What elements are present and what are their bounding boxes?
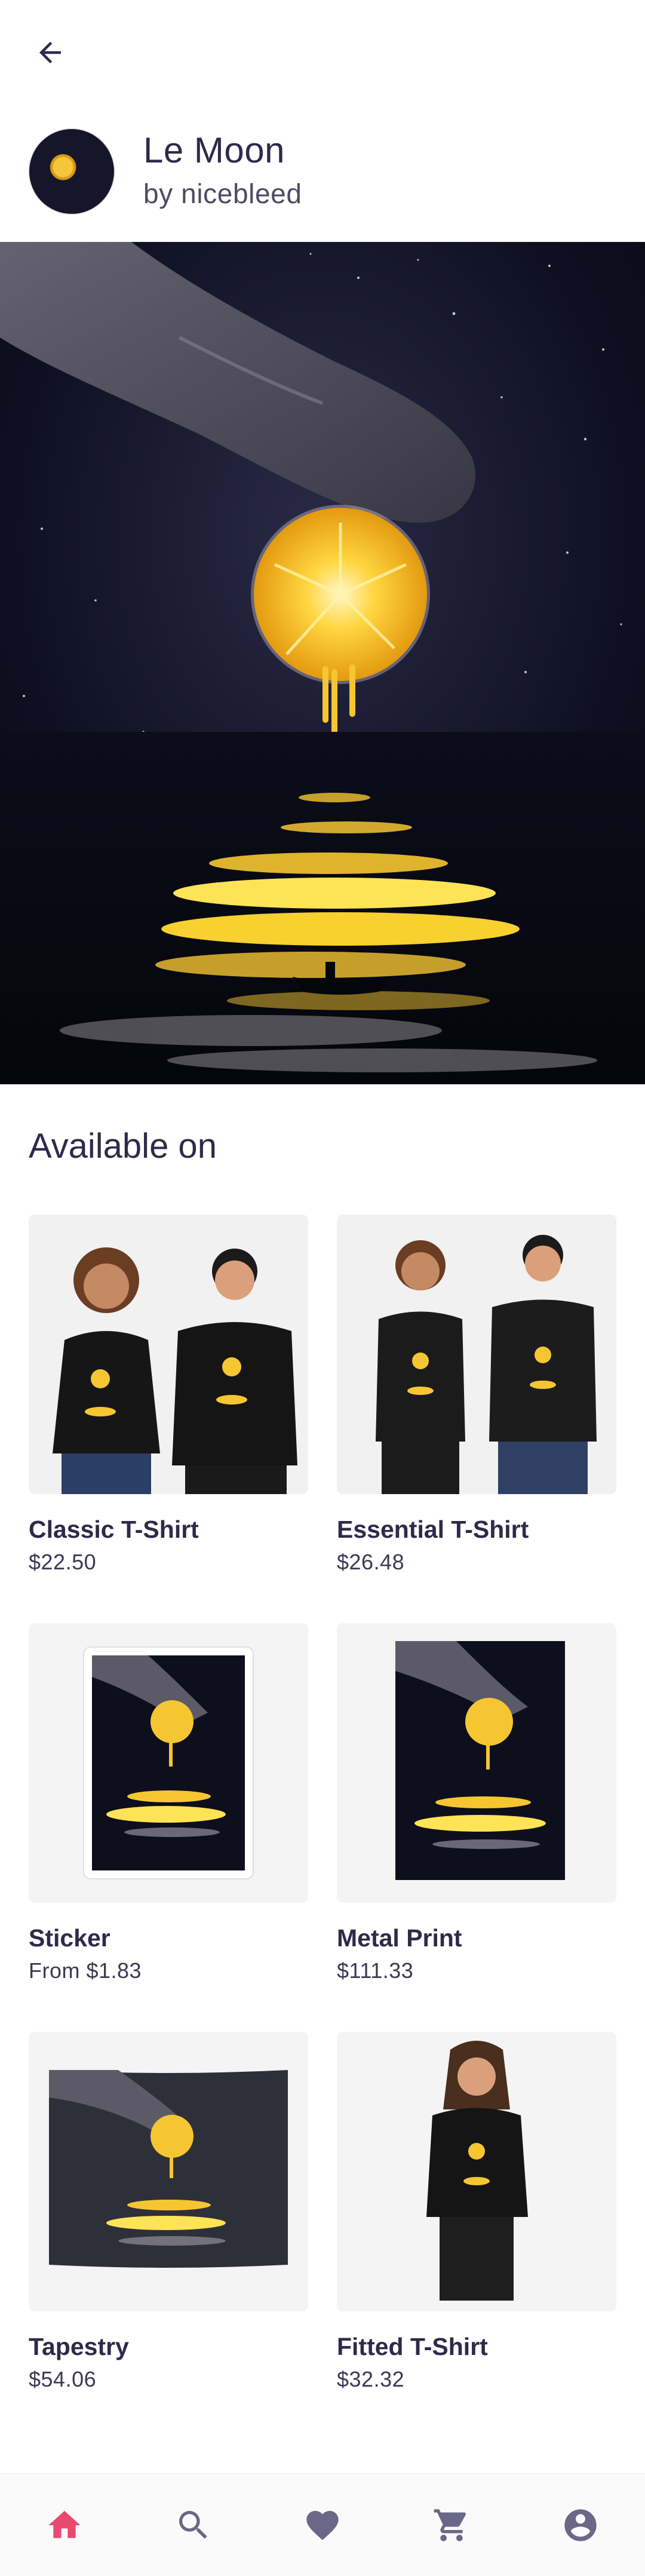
product-image [29,1215,308,1494]
product-card-essential-tshirt[interactable]: Essential T-Shirt $26.48 [337,1215,616,1575]
home-icon [48,2510,81,2538]
back-button[interactable] [26,29,74,76]
bottom-navigation [0,2473,645,2576]
product-image [29,2032,308,2311]
artwork-image[interactable] [0,242,645,1084]
nav-home[interactable] [35,2495,94,2555]
nav-favorites[interactable] [293,2495,352,2555]
product-price: $22.50 [29,1550,97,1574]
cart-icon [434,2508,466,2541]
product-card-fitted-tshirt[interactable]: Fitted T-Shirt $32.32 [337,2032,616,2392]
product-card-sticker[interactable]: Sticker From $1.83 [29,1623,308,1983]
product-price: $111.33 [337,1958,414,1983]
product-price: From $1.83 [29,1958,142,1983]
product-image [337,2032,616,2311]
product-price: $32.32 [337,2367,405,2391]
product-card-metal-print[interactable]: Metal Print $111.33 [337,1623,616,1983]
search-icon [179,2510,207,2539]
product-name: Tapestry [29,2333,129,2360]
artwork-header: Le Moon by nicebleed [29,128,620,215]
product-name: Classic T-Shirt [29,1516,199,1543]
product-price: $26.48 [337,1550,405,1574]
account-icon [564,2508,597,2541]
product-card-classic-tshirt[interactable]: Classic T-Shirt $22.50 [29,1215,308,1575]
artist-avatar[interactable] [29,128,115,214]
top-bar [0,0,645,102]
product-name: Fitted T-Shirt [337,2333,488,2360]
nav-account[interactable] [551,2495,610,2555]
product-price: $54.06 [29,2367,97,2391]
product-name: Metal Print [337,1924,462,1952]
product-card-tapestry[interactable]: Tapestry $54.06 [29,2032,308,2392]
artist-name[interactable]: by nicebleed [143,177,302,210]
heart-icon [306,2510,339,2540]
available-on-title: Available on [29,1127,217,1166]
product-name: Essential T-Shirt [337,1516,529,1543]
product-image [29,1623,308,1903]
back-arrow-icon [39,42,61,63]
product-name: Sticker [29,1924,110,1952]
product-image [337,1623,616,1903]
artwork-title: Le Moon [143,130,285,170]
nav-search[interactable] [164,2495,223,2555]
nav-cart[interactable] [422,2495,481,2555]
product-image [337,1215,616,1494]
